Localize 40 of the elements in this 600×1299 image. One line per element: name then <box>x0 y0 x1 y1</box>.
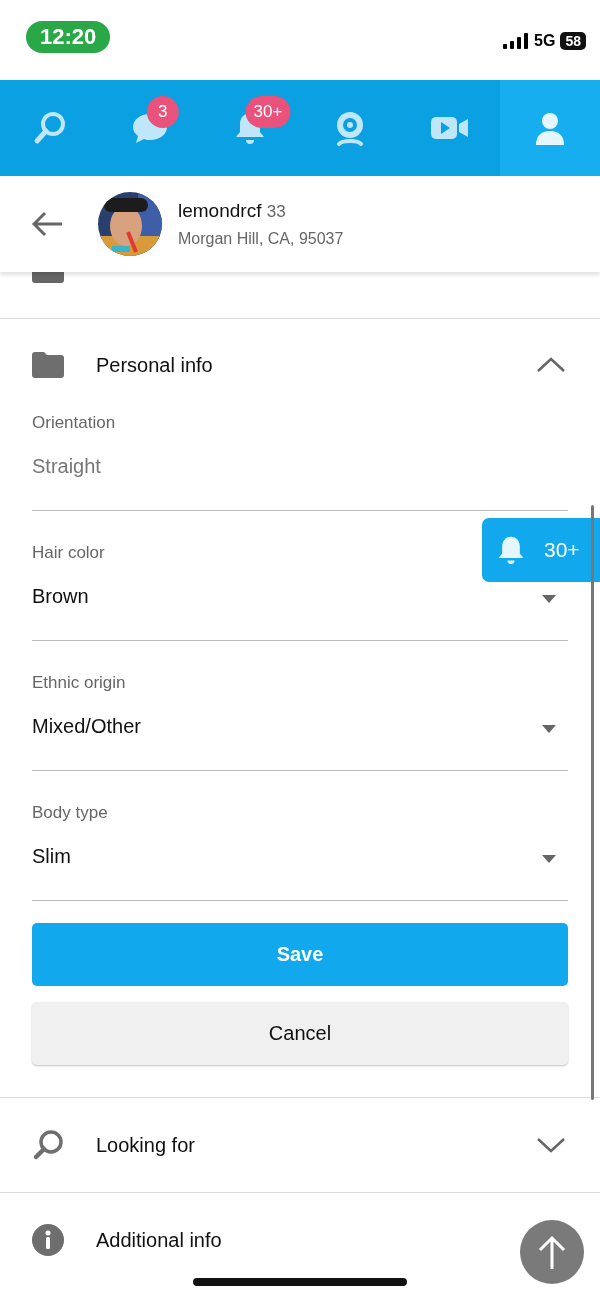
username: lemondrcf <box>178 200 262 221</box>
back-arrow-icon[interactable] <box>32 211 64 237</box>
count-badge: 30+ <box>245 96 291 128</box>
section-title: Looking for <box>96 1133 196 1157</box>
section-header[interactable]: Looking for <box>0 1097 600 1192</box>
dropdown-field[interactable]: Brown <box>32 585 568 641</box>
signal-icon <box>503 33 530 49</box>
up-arrow-icon <box>538 1235 566 1269</box>
chat-tab[interactable]: 3 <box>100 80 200 176</box>
folder-icon <box>32 352 64 378</box>
search-icon <box>32 1129 64 1161</box>
age: 33 <box>266 202 286 221</box>
field-label: Ethnic origin <box>32 673 126 693</box>
bell-tab[interactable]: 30+ <box>200 80 300 176</box>
dropdown-field[interactable]: Slim <box>32 845 568 901</box>
section-title: Additional info <box>96 1228 223 1252</box>
video-camera-icon <box>431 115 469 141</box>
person-icon <box>534 111 566 145</box>
input-field[interactable]: Straight <box>32 455 568 511</box>
network-label: 5G <box>534 32 556 50</box>
section-title: Personal info <box>96 353 214 377</box>
cancel-button[interactable]: Cancel <box>32 1002 568 1065</box>
scrollbar[interactable] <box>591 505 594 1100</box>
search-icon <box>32 110 68 146</box>
section-header[interactable]: Personal info <box>0 319 600 411</box>
dropdown-field[interactable]: Mixed/Other <box>32 715 568 771</box>
field-label: Body type <box>32 803 108 823</box>
section-icon <box>32 272 64 284</box>
battery-level: 58 <box>560 32 586 50</box>
count-badge: 3 <box>146 96 179 128</box>
location: Morgan Hill, CA, 95037 <box>178 230 344 248</box>
field-label: Hair color <box>32 543 105 563</box>
dropdown-arrow-icon <box>542 725 556 733</box>
info-icon <box>32 1224 64 1256</box>
status-time: 12:20 <box>26 21 111 53</box>
webcam-icon <box>334 110 366 146</box>
profile-tab[interactable] <box>500 80 600 176</box>
dropdown-arrow-icon <box>542 595 556 603</box>
dropdown-arrow-icon <box>542 855 556 863</box>
field-label: Orientation <box>32 413 116 433</box>
